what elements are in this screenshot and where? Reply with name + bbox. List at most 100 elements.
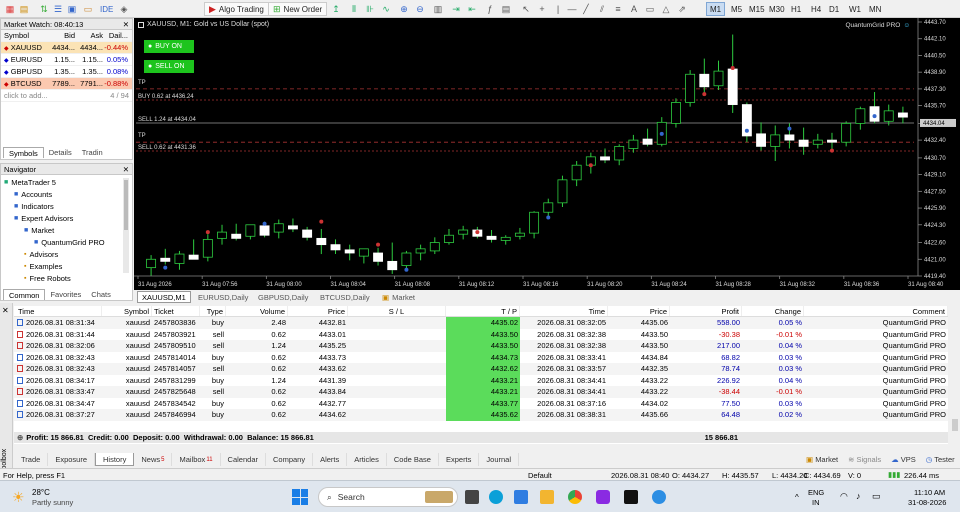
- col-tp-7[interactable]: T / P: [446, 306, 520, 316]
- arrows-icon[interactable]: ⇗: [676, 3, 688, 15]
- navigator-item[interactable]: ■ QuantumGrid PRO: [1, 236, 132, 248]
- col-sl-6[interactable]: S / L: [348, 306, 446, 316]
- col-symbol-1[interactable]: Symbol: [102, 306, 152, 316]
- lang-primary[interactable]: ENG: [808, 488, 824, 497]
- indicators-icon[interactable]: ƒ: [484, 3, 496, 15]
- navigator-icon[interactable]: ▣: [66, 3, 78, 15]
- tab-journal[interactable]: Journal: [479, 453, 520, 466]
- tab-company[interactable]: Company: [266, 453, 314, 466]
- vps-link[interactable]: ☁ VPS: [891, 455, 916, 464]
- tab-experts[interactable]: Experts: [439, 453, 480, 466]
- col-type-3[interactable]: Type: [200, 306, 226, 316]
- col-time-0[interactable]: Time: [14, 306, 102, 316]
- chart-canvas[interactable]: TP BUY 0.62 at 4436.24 SELL 1.24 at 4434.0…: [134, 18, 960, 290]
- market-watch-row[interactable]: ◆ GBPUSD 1.35... 1.35... 0.08%: [1, 66, 132, 78]
- col-time-8[interactable]: Time: [520, 306, 608, 316]
- zoom-out-icon[interactable]: ⊖: [414, 3, 426, 15]
- file-explorer-icon[interactable]: [540, 490, 554, 504]
- new-chart-icon[interactable]: ▦: [4, 3, 16, 15]
- col-symbol[interactable]: Symbol: [1, 31, 49, 40]
- terminal-icon[interactable]: ▭: [82, 3, 94, 15]
- tile-icon[interactable]: ▥: [432, 3, 444, 15]
- crosshair-icon[interactable]: +: [536, 3, 548, 15]
- taskbar-search[interactable]: ⌕ Search: [318, 487, 458, 507]
- vline-icon[interactable]: |: [552, 3, 564, 15]
- table-row[interactable]: 2026.08.31 08:32:43 xauusd 2457814014 buy 0.…: [14, 351, 948, 363]
- app-icon[interactable]: [596, 490, 610, 504]
- speaker-icon[interactable]: ♪: [856, 491, 861, 501]
- tab-chats[interactable]: Chats: [86, 289, 116, 300]
- tab-common[interactable]: Common: [3, 289, 46, 300]
- candles-icon[interactable]: ⊪: [364, 3, 376, 15]
- navigator-item[interactable]: ■ MetaTrader 5: [1, 176, 132, 188]
- algo-trading-button[interactable]: ▶ Algo Trading: [204, 2, 269, 16]
- navigator-item[interactable]: ■ Market: [1, 224, 132, 236]
- chart-shift-icon[interactable]: ⇤: [466, 3, 478, 15]
- col-ask[interactable]: Ask: [75, 31, 103, 40]
- label-tool-icon[interactable]: ▭: [644, 3, 656, 15]
- tab-code-base[interactable]: Code Base: [387, 453, 439, 466]
- tab-favorites[interactable]: Favorites: [45, 289, 86, 300]
- close-icon[interactable]: ✕: [123, 20, 129, 29]
- tf-h4[interactable]: H4: [808, 2, 824, 16]
- battery-icon[interactable]: ▭: [872, 491, 881, 502]
- col-change-11[interactable]: Change: [742, 306, 804, 316]
- col-ticket-2[interactable]: Ticket: [152, 306, 200, 316]
- tab-mailbox[interactable]: Mailbox 11: [172, 453, 221, 466]
- tf-w1[interactable]: W1: [846, 2, 864, 16]
- navigator-item[interactable]: ■ Indicators: [1, 200, 132, 212]
- chart-tab[interactable]: BTCUSD,Daily: [316, 291, 374, 303]
- strategy-tester-icon[interactable]: ◈: [118, 3, 130, 15]
- tf-d1[interactable]: D1: [826, 2, 842, 16]
- close-icon[interactable]: ✕: [123, 165, 129, 174]
- col-profit-10[interactable]: Profit: [670, 306, 742, 316]
- tester-link[interactable]: ◷ Tester: [926, 455, 955, 464]
- table-row[interactable]: 2026.08.31 08:32:06 xauusd 2457809510 sell 1…: [14, 340, 948, 352]
- col-comment-12[interactable]: Comment: [804, 306, 948, 316]
- wifi-icon[interactable]: ◠: [840, 491, 848, 502]
- col-bid[interactable]: Bid: [49, 31, 75, 40]
- weather-desc[interactable]: Partly sunny: [32, 498, 73, 507]
- ide-button[interactable]: IDE: [100, 2, 113, 16]
- tf-m30[interactable]: M30: [766, 2, 788, 16]
- templates-icon[interactable]: ▤: [500, 3, 512, 15]
- channel-icon[interactable]: ⫽: [596, 3, 608, 15]
- col-price-9[interactable]: Price: [608, 306, 670, 316]
- ea-label[interactable]: QuantumGrid PRO ☺: [845, 22, 910, 29]
- chart-tab[interactable]: XAUUSD,M1: [137, 291, 191, 303]
- weather-temp[interactable]: 28°C: [32, 488, 50, 497]
- task-view-icon[interactable]: [465, 490, 479, 504]
- tab-history[interactable]: History: [95, 453, 135, 466]
- table-row[interactable]: 2026.08.31 08:32:43 xauusd 2457814057 sell 0…: [14, 363, 948, 375]
- trendline-icon[interactable]: ╱: [580, 3, 592, 15]
- hline-icon[interactable]: —: [566, 3, 578, 15]
- navigator-item[interactable]: ▪ Free Robots: [1, 272, 132, 284]
- clock-time[interactable]: 11:10 AM: [914, 488, 945, 497]
- table-scrollbar[interactable]: [952, 419, 958, 431]
- tab-news[interactable]: News 5: [134, 453, 173, 466]
- market-watch-row[interactable]: ◆ EURUSD 1.15... 1.15... 0.05%: [1, 54, 132, 66]
- table-row[interactable]: 2026.08.31 08:33:47 xauusd 2457825648 sell 0…: [14, 386, 948, 398]
- buy-on-button[interactable]: ● BUY ON: [144, 40, 194, 53]
- col-daily[interactable]: Dail...: [103, 31, 130, 40]
- data-window-icon[interactable]: ☰: [52, 3, 64, 15]
- tf-m1[interactable]: M1: [706, 2, 726, 16]
- weather-icon[interactable]: ☀: [12, 489, 25, 506]
- line-chart-icon[interactable]: ∿: [380, 3, 392, 15]
- tab-details[interactable]: Details: [44, 147, 77, 158]
- tf-m15[interactable]: M15: [746, 2, 768, 16]
- tab-calendar[interactable]: Calendar: [221, 453, 266, 466]
- close-icon[interactable]: ✕: [2, 306, 9, 315]
- navigator-item[interactable]: ■ Accounts: [1, 188, 132, 200]
- bar-chart-icon[interactable]: ⫴: [348, 3, 360, 15]
- clock-date[interactable]: 31-08-2026: [908, 498, 946, 507]
- cursor-icon[interactable]: ↖: [520, 3, 532, 15]
- add-symbol-row[interactable]: click to add... 4 / 94: [1, 90, 132, 102]
- navigator-item[interactable]: ■ Expert Advisors: [1, 212, 132, 224]
- tab-trading[interactable]: Tradin: [77, 147, 108, 158]
- start-icon[interactable]: [292, 489, 308, 505]
- tab-trade[interactable]: Trade: [14, 453, 49, 466]
- shapes-icon[interactable]: △: [660, 3, 672, 15]
- edge-icon[interactable]: [489, 490, 503, 504]
- open-folder-icon[interactable]: ▤: [18, 3, 30, 15]
